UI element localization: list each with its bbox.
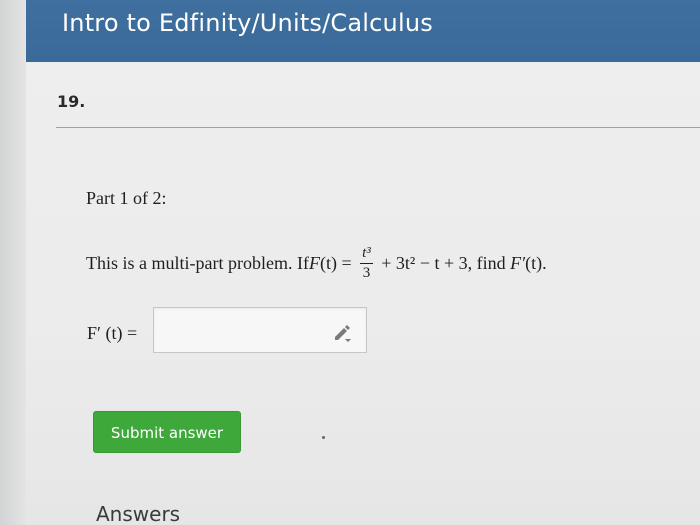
problem-end: .	[542, 253, 547, 273]
answer-input[interactable]	[162, 316, 326, 346]
part-label: Part 1 of 2:	[86, 188, 167, 208]
problem-prefix: This is a multi-part problem. If	[86, 253, 309, 273]
page: Intro to Edfinity/Units/Calculus 19. Par…	[0, 0, 700, 525]
derivative-name: F′	[510, 253, 526, 273]
fraction-denominator: 3	[362, 265, 371, 281]
fraction: t³ 3	[360, 246, 373, 281]
course-header: Intro to Edfinity/Units/Calculus	[26, 0, 700, 62]
breadcrumb-title[interactable]: Intro to Edfinity/Units/Calculus	[62, 9, 433, 37]
pencil-icon[interactable]	[332, 322, 352, 342]
answer-label: F′ (t) =	[87, 323, 138, 343]
fraction-numerator: t³	[362, 245, 371, 261]
function-name: F	[308, 253, 320, 273]
problem-statement: This is a multi-part problem. If F (t) =…	[86, 246, 547, 281]
question-number: 19.	[57, 92, 86, 111]
equals-sign: =	[336, 253, 357, 273]
function-argument: (t)	[319, 253, 337, 273]
left-edge-strip	[0, 0, 26, 525]
expression-rest: + 3t² − t + 3, find	[376, 253, 511, 273]
fraction-bar	[360, 263, 373, 264]
answers-heading: Answers	[96, 502, 181, 525]
cursor-dot	[322, 436, 325, 439]
submit-answer-button[interactable]: Submit answer	[93, 411, 241, 453]
answer-field[interactable]	[153, 307, 367, 353]
derivative-argument: (t)	[525, 253, 543, 273]
divider	[56, 127, 700, 128]
